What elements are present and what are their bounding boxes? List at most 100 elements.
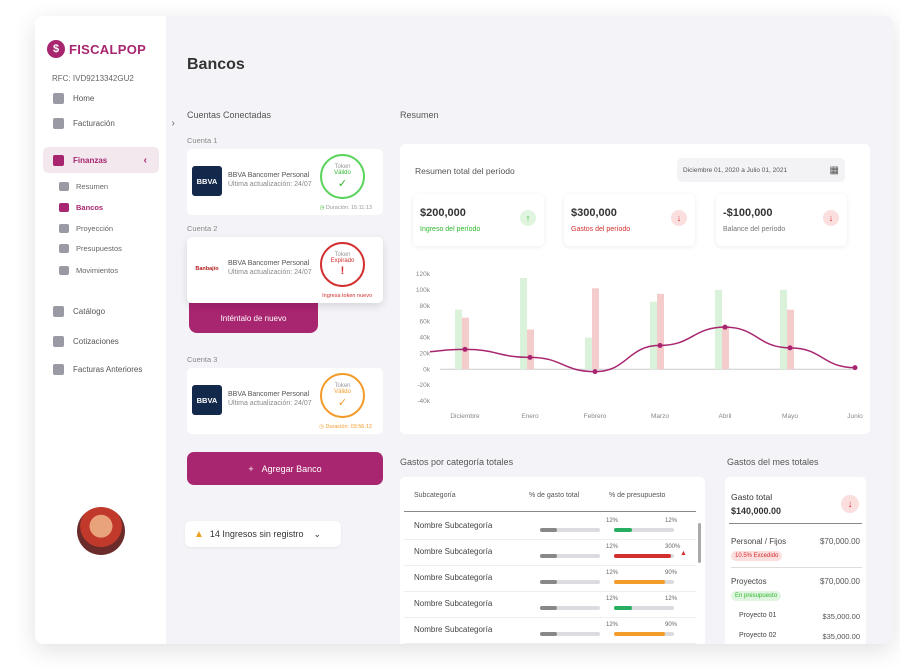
token-status[interactable]: Token Válido ✓ xyxy=(320,154,365,199)
summary-heading: Resumen xyxy=(400,110,439,120)
clock-icon: ◷ xyxy=(319,205,325,211)
sidebar-item-home[interactable]: Home xyxy=(53,93,94,104)
row-name: Nombre Subcategoría xyxy=(414,625,493,634)
spend-bar xyxy=(540,606,600,610)
sidebar-item-finanzas[interactable]: Finanzas ‹ xyxy=(43,147,159,173)
sidebar-sub-presupuestos[interactable]: Presupuestos xyxy=(59,244,122,253)
user-avatar[interactable] xyxy=(77,507,125,555)
grid-icon xyxy=(59,182,69,191)
y-tick-label: 100k xyxy=(416,287,431,294)
arrow-down-icon: ↓ xyxy=(823,210,839,226)
balance-point[interactable] xyxy=(657,342,663,348)
summary-card: Resumen total del período Diciembre 01, … xyxy=(400,144,870,434)
col-header[interactable]: % de presupuesto xyxy=(609,492,665,499)
sidebar-sub-movimientos[interactable]: Movimientos xyxy=(59,266,118,275)
calendar-icon: ▦ xyxy=(829,164,839,176)
balance-point[interactable] xyxy=(852,365,858,371)
add-bank-button[interactable]: + Agregar Banco xyxy=(187,452,383,485)
y-tick-label: 40k xyxy=(420,335,431,342)
expense-bar xyxy=(787,309,794,370)
bank-name: BBVA Bancomer Personal xyxy=(228,391,310,398)
x-tick-label: Febrero xyxy=(584,413,607,420)
bank-card[interactable]: BBVA BBVA Bancomer Personal Última actua… xyxy=(187,368,383,434)
token-note[interactable]: Ingresa token nuevo xyxy=(322,293,372,299)
plus-icon: + xyxy=(248,463,254,474)
token-duration: ◷ Duración: 15:11:13 xyxy=(319,205,372,211)
token-status[interactable]: Token Expirado ! xyxy=(320,242,365,287)
token-status[interactable]: Token Válido ✓ xyxy=(320,373,365,418)
movements-icon xyxy=(59,266,69,275)
budget-bar xyxy=(614,554,674,558)
sidebar-item-facturacion[interactable]: Facturación › xyxy=(53,118,175,129)
brand-logo[interactable]: $ FISCALPOP xyxy=(47,40,146,58)
arrow-down-icon: ↓ xyxy=(671,210,687,226)
fiscalpop-logo-icon: $ xyxy=(47,40,65,58)
projection-icon xyxy=(59,224,69,233)
bank-card-expired[interactable]: Banbajío BBVA Bancomer Personal Última a… xyxy=(187,237,383,303)
account-label: Cuenta 3 xyxy=(187,355,218,364)
spend-bar xyxy=(540,632,600,636)
bank-icon xyxy=(59,203,69,212)
bank-name: BBVA Bancomer Personal xyxy=(228,172,310,179)
balance-point[interactable] xyxy=(462,346,468,352)
y-tick-label: 20k xyxy=(420,350,431,357)
budget-bar xyxy=(614,632,674,636)
expense-bar xyxy=(592,288,599,370)
retry-button[interactable]: Inténtalo de nuevo xyxy=(189,303,318,333)
bank-card[interactable]: BBVA BBVA Bancomer Personal Última actua… xyxy=(187,149,383,215)
rfc-label: RFC: IVD9213342GU2 xyxy=(52,74,134,83)
balance-point[interactable] xyxy=(592,369,598,375)
arrow-down-icon: ↓ xyxy=(841,495,859,513)
spend-bar xyxy=(540,528,600,532)
date-range-picker[interactable]: Diciembre 01, 2020 a Julio 01, 2021 ▦ xyxy=(677,158,845,182)
balance-point[interactable] xyxy=(527,354,533,360)
status-badge: 10.5% Excedido xyxy=(731,551,783,561)
warning-icon: ▲ xyxy=(194,528,204,540)
sidebar-item-catalogo[interactable]: Catálogo xyxy=(53,306,105,317)
categories-heading: Gastos por categoría totales xyxy=(400,457,514,467)
bbva-logo: BBVA xyxy=(192,166,222,196)
sidebar-sub-resumen[interactable]: Resumen xyxy=(59,182,108,191)
sidebar-item-cotizaciones[interactable]: Cotizaciones xyxy=(53,336,119,347)
brand-name: FISCALPOP xyxy=(69,41,147,57)
col-header[interactable]: Subcategoría xyxy=(414,492,456,499)
stat-balance: -$100,000 Balance del período ↓ xyxy=(716,194,847,246)
income-bar xyxy=(585,337,592,370)
x-tick-label: Mayo xyxy=(782,413,798,420)
sidebar-sub-bancos[interactable]: Bancos xyxy=(59,203,103,212)
income-bar xyxy=(780,289,787,370)
category-table: Subcategoría % de gasto total % de presu… xyxy=(400,477,705,644)
budget-icon xyxy=(59,244,69,253)
x-tick-label: Enero xyxy=(521,413,539,420)
row-name: Nombre Subcategoría xyxy=(414,573,493,582)
last-update: Última actualización: 24/07 xyxy=(228,269,312,276)
x-tick-label: Marzo xyxy=(651,413,669,420)
unregistered-income-dropdown[interactable]: ▲ 14 Ingresos sin registro ⌄ xyxy=(185,521,341,547)
income-bar xyxy=(455,309,462,370)
balance-point[interactable] xyxy=(722,324,728,330)
scrollbar[interactable] xyxy=(698,523,701,563)
sidebar-sub-proyeccion[interactable]: Proyección xyxy=(59,224,113,233)
summary-title: Resumen total del período xyxy=(415,166,515,176)
home-icon xyxy=(53,93,64,104)
income-expense-chart: 120k 100k 80k 60k 40k 20k 0k -20k -40k Diciembre E… xyxy=(416,271,863,420)
stat-expenses: $300,000 Gastos del período ↓ xyxy=(564,194,695,246)
check-icon: ✓ xyxy=(337,177,348,190)
last-update: Última actualización: 24/07 xyxy=(228,400,312,407)
y-tick-label: 120k xyxy=(416,271,431,278)
y-tick-label: -20k xyxy=(417,382,430,389)
income-bar xyxy=(650,301,657,370)
account-label: Cuenta 2 xyxy=(187,224,218,233)
bank-name: BBVA Bancomer Personal xyxy=(228,260,310,267)
col-header[interactable]: % de gasto total xyxy=(529,492,579,499)
income-bar xyxy=(715,289,722,370)
check-icon: ✓ xyxy=(337,396,348,409)
warning-icon: ▲ xyxy=(680,550,687,557)
y-tick-label: 80k xyxy=(420,303,431,310)
balance-point[interactable] xyxy=(787,345,793,351)
row-name: Nombre Subcategoría xyxy=(414,547,493,556)
spend-bar xyxy=(540,580,600,584)
chevron-down-icon: ⌄ xyxy=(313,528,321,539)
page-title: Bancos xyxy=(187,56,245,73)
sidebar-item-facturas-anteriores[interactable]: Facturas Anteriores xyxy=(53,364,142,375)
